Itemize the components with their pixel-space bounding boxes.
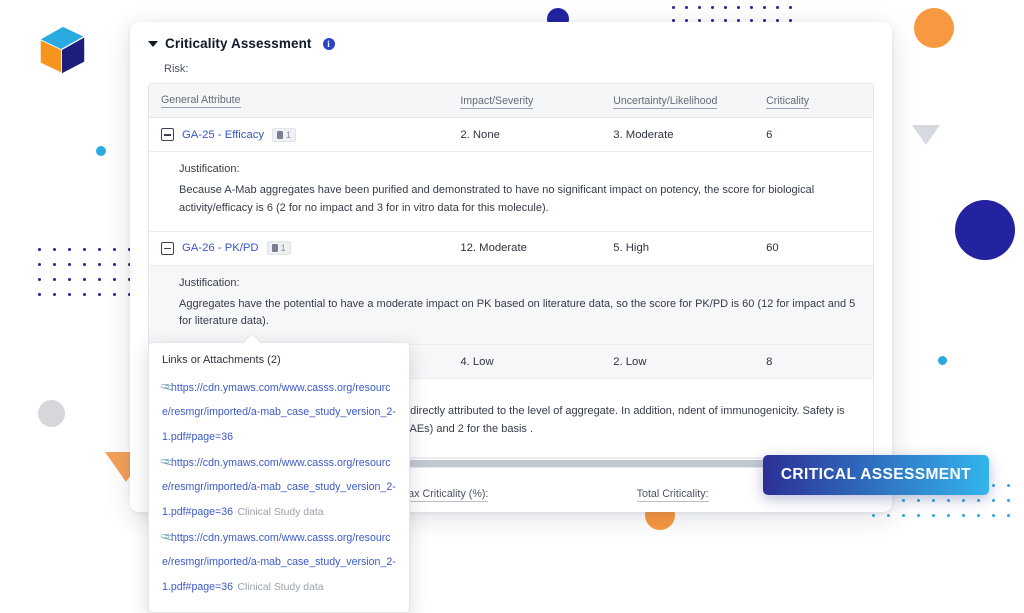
criticality-cell: 6 — [766, 128, 773, 141]
decor-circle-orange-topright — [914, 8, 954, 48]
summary-label: Total Criticality: — [636, 487, 709, 502]
cube-logo — [33, 22, 91, 80]
popover-link-note: Clinical Study data — [237, 506, 324, 518]
collapse-row-icon[interactable] — [161, 128, 174, 141]
decor-circle-navy-right — [955, 200, 1015, 260]
column-header-impact-severity[interactable]: Impact/Severity — [452, 94, 605, 109]
table-row[interactable]: GA-26 - PK/PD 1 12. Moderate 5. High 60 — [149, 231, 873, 266]
justification-label: Justification: — [179, 163, 240, 175]
summary-label: Max Criticality (%): — [399, 487, 489, 502]
popover-link-item[interactable]: 📎https://cdn.ymaws.com/www.casss.org/res… — [159, 375, 396, 448]
decor-circle-cyan-left — [96, 146, 106, 156]
popover-link-item[interactable]: 📎https://cdn.ymaws.com/www.casss.org/res… — [159, 525, 396, 598]
table-header-row: General Attribute Impact/Severity Uncert… — [149, 84, 873, 118]
decor-circle-cyan-right — [938, 356, 947, 365]
page-title: Criticality Assessment — [165, 36, 312, 51]
collapse-row-icon[interactable] — [161, 241, 174, 255]
column-header-general-attribute[interactable]: General Attribute — [149, 94, 452, 108]
column-header-uncertainty-likelihood[interactable]: Uncertainty/Likelihood — [605, 94, 758, 109]
popover-link-note: Clinical Study data — [237, 581, 324, 593]
table-row[interactable]: GA-25 - Efficacy 1 2. None 3. Moderate 6 — [149, 118, 873, 152]
criticality-cell: 8 — [766, 355, 773, 368]
impact-cell: 4. Low — [460, 355, 494, 368]
column-header-label: Uncertainty/Likelihood — [613, 94, 718, 109]
attachment-badge[interactable]: 1 — [266, 241, 291, 256]
document-icon — [271, 244, 278, 253]
justification-label: Justification: — [179, 276, 240, 289]
justification-block: Justification: Aggregates have the poten… — [149, 265, 873, 346]
attribute-cell: GA-25 - Efficacy 1 — [149, 127, 452, 142]
justification-text: Because A-Mab aggregates have been purif… — [179, 184, 815, 214]
justification-block: Justification: Because A-Mab aggregates … — [149, 152, 873, 232]
column-header-criticality[interactable]: Criticality — [758, 94, 873, 109]
popover-link-item[interactable]: 📎https://cdn.ymaws.com/www.casss.org/res… — [159, 450, 396, 523]
critical-assessment-badge: CRITICAL ASSESSMENT — [762, 455, 989, 495]
impact-cell: 12. Moderate — [460, 242, 527, 255]
risk-label: Risk: — [164, 63, 189, 75]
links-attachments-popover: Links or Attachments (2) 📎https://cdn.ym… — [148, 342, 410, 613]
justification-text: Aggregates have the potential to have a … — [179, 297, 856, 328]
popover-title: Links or Attachments (2) — [162, 354, 281, 366]
summary-item-max-criticality-percent: Max Criticality (%): 42.85% How is this … — [399, 484, 636, 512]
uncertainty-cell: 2. Low — [613, 355, 647, 368]
attachment-badge[interactable]: 1 — [272, 127, 297, 142]
summary-value: 82 — [637, 511, 874, 512]
info-icon[interactable]: i — [322, 37, 335, 50]
impact-cell: 2. None — [460, 128, 500, 141]
uncertainty-cell: 3. Moderate — [613, 128, 674, 141]
column-header-label: Criticality — [766, 94, 810, 109]
paperclip-icon: 📎 — [159, 529, 175, 545]
card-header: Criticality Assessment i — [130, 22, 892, 57]
paperclip-icon: 📎 — [159, 454, 175, 470]
attachment-count: 1 — [280, 243, 286, 254]
decor-circle-gray-left — [38, 400, 65, 427]
column-header-label: Impact/Severity — [460, 94, 534, 109]
collapse-caret-icon[interactable] — [148, 40, 158, 47]
column-header-label: General Attribute — [161, 93, 241, 108]
paperclip-icon: 📎 — [159, 379, 175, 395]
attribute-link[interactable]: GA-26 - PK/PD — [182, 242, 259, 254]
attribute-cell: GA-26 - PK/PD 1 — [149, 241, 452, 256]
popover-link-url[interactable]: https://cdn.ymaws.com/www.casss.org/reso… — [162, 382, 396, 443]
attachment-count: 1 — [286, 129, 292, 140]
summary-value: 42.85% — [399, 511, 636, 512]
document-icon — [277, 130, 284, 139]
criticality-cell: 60 — [766, 242, 779, 255]
decor-triangle-gray — [912, 125, 940, 145]
attribute-link[interactable]: GA-25 - Efficacy — [182, 129, 264, 141]
uncertainty-cell: 5. High — [613, 242, 650, 255]
